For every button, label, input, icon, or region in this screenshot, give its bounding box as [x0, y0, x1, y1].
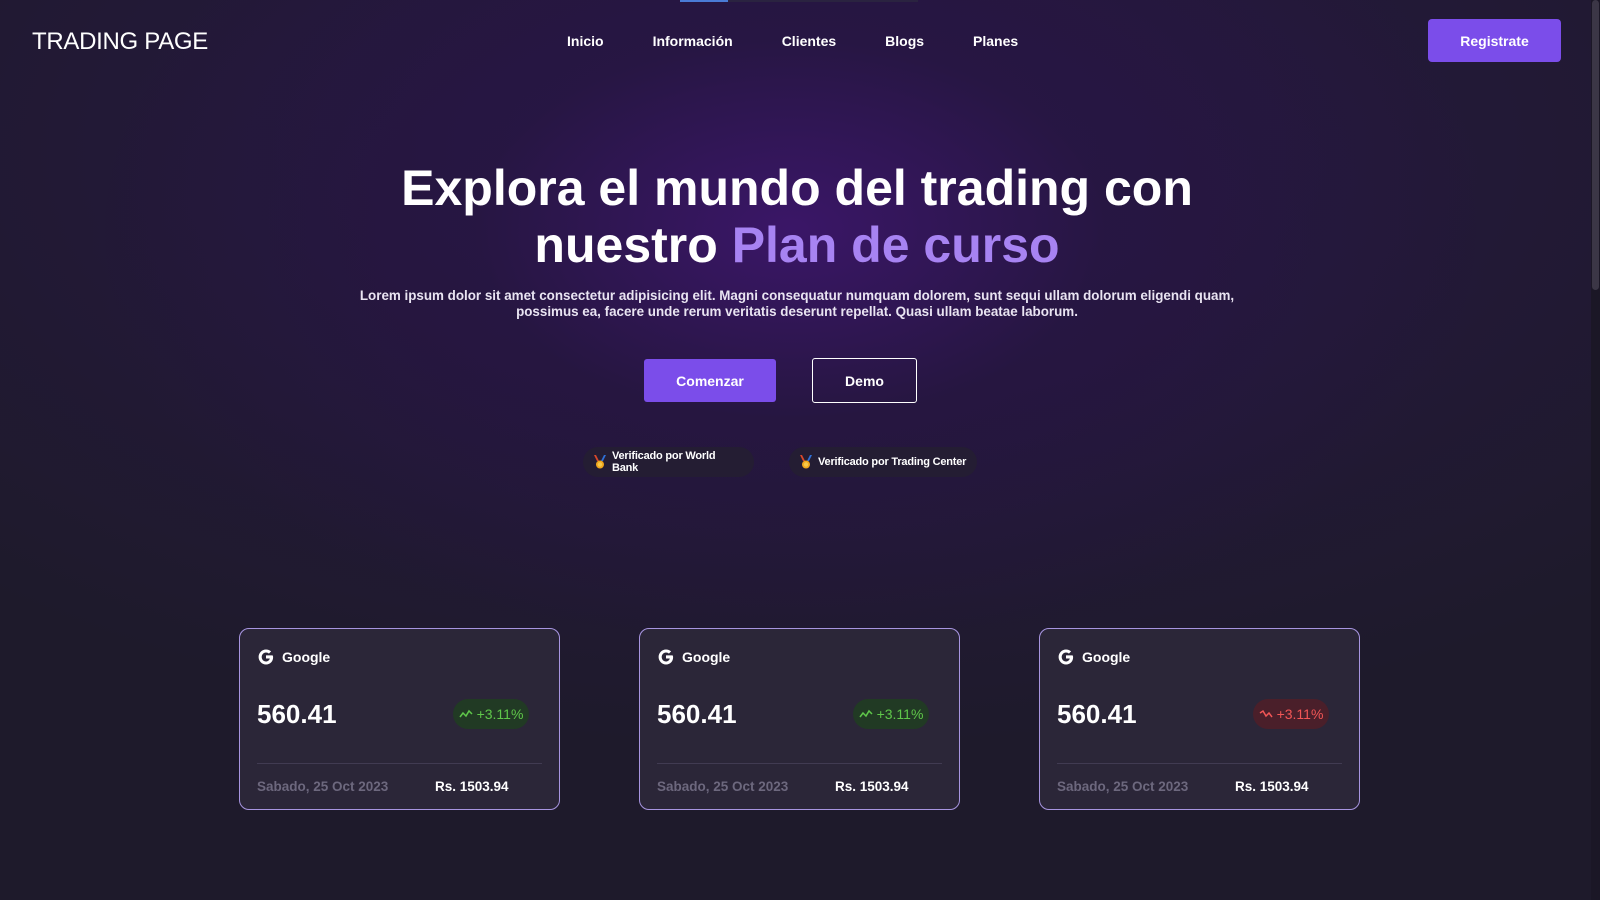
verified-badge-world-bank: Verificado por World Bank [583, 447, 754, 477]
card-date: Sabado, 25 Oct 2023 [1057, 779, 1189, 794]
scrollbar-thumb[interactable] [1592, 0, 1599, 290]
trend-icon [858, 709, 873, 718]
company-name: Google [282, 649, 331, 665]
medal-icon [593, 455, 606, 469]
card-divider [657, 763, 942, 764]
navbar: TRADING PAGE Inicio Información Clientes… [0, 0, 1600, 86]
hero-title: Explora el mundo del trading con nuestro… [0, 160, 1594, 274]
change-pill: +3.11% [1253, 699, 1329, 729]
change-value: +3.11% [1276, 706, 1324, 722]
trend-icon [458, 709, 473, 718]
stock-card[interactable]: Google 560.41 +3.11% Sabado, 25 Oct 2023… [639, 628, 960, 810]
nav-links: Inicio Información Clientes Blogs Planes [567, 33, 1018, 49]
change-pill: +3.11% [853, 699, 929, 729]
company-name: Google [682, 649, 731, 665]
change-pill: +3.11% [453, 699, 529, 729]
medal-icon [800, 455, 812, 469]
stock-price: 560.41 [257, 699, 337, 729]
verified-badge-trading-center: Verificado por Trading Center [789, 447, 977, 477]
card-divider [257, 763, 542, 764]
nav-link-clientes[interactable]: Clientes [782, 33, 836, 49]
google-icon [658, 649, 674, 665]
card-amount: Rs. 1503.94 [835, 779, 909, 794]
card-header: Google [1057, 648, 1130, 666]
stock-price: 560.41 [1057, 699, 1137, 729]
company-name: Google [1082, 649, 1131, 665]
start-button[interactable]: Comenzar [644, 359, 776, 402]
hero-title-line2-prefix: nuestro [534, 217, 718, 273]
hero-title-line1: Explora el mundo del trading con [401, 160, 1193, 216]
nav-link-planes[interactable]: Planes [973, 33, 1018, 49]
card-divider [1057, 763, 1342, 764]
card-header: Google [657, 648, 730, 666]
page-scrollbar[interactable] [1591, 0, 1600, 900]
nav-link-informacion[interactable]: Información [653, 33, 733, 49]
stock-card[interactable]: Google 560.41 +3.11% Sabado, 25 Oct 2023… [1039, 628, 1360, 810]
nav-link-blogs[interactable]: Blogs [885, 33, 924, 49]
card-date: Sabado, 25 Oct 2023 [657, 779, 789, 794]
nav-link-inicio[interactable]: Inicio [567, 33, 604, 49]
hero-subtitle: Lorem ipsum dolor sit amet consectetur a… [359, 288, 1235, 319]
stock-price: 560.41 [657, 699, 737, 729]
brand-logo[interactable]: TRADING PAGE [32, 28, 208, 56]
google-icon [1058, 649, 1074, 665]
card-header: Google [257, 648, 330, 666]
register-button[interactable]: Registrate [1428, 19, 1561, 62]
card-amount: Rs. 1503.94 [1235, 779, 1309, 794]
google-icon [258, 649, 274, 665]
stock-card[interactable]: Google 560.41 +3.11% Sabado, 25 Oct 2023… [239, 628, 560, 810]
badge-label: Verificado por Trading Center [818, 456, 967, 468]
change-value: +3.11% [876, 706, 924, 722]
card-amount: Rs. 1503.94 [435, 779, 509, 794]
badge-label: Verificado por World Bank [611, 450, 716, 474]
card-date: Sabado, 25 Oct 2023 [257, 779, 389, 794]
hero-title-accent: Plan de curso [731, 217, 1060, 273]
change-value: +3.11% [476, 706, 524, 722]
demo-button[interactable]: Demo [812, 358, 917, 403]
trend-icon [1259, 709, 1273, 718]
